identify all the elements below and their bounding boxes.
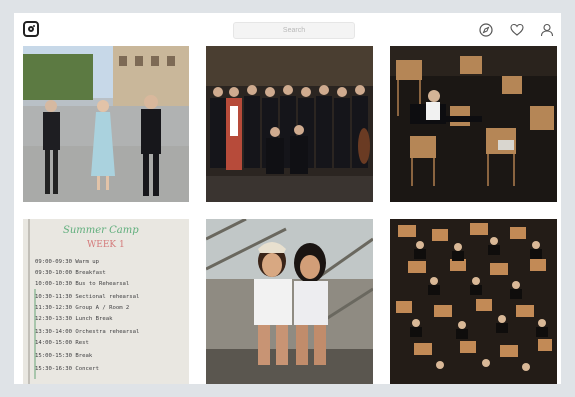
svg-text:12:30-13:30 Lunch Break: 12:30-13:30 Lunch Break: [35, 316, 113, 322]
svg-text:11:30-12:30 Group A / Room 2: 11:30-12:30 Group A / Room 2: [35, 305, 129, 311]
profile-icon[interactable]: [540, 23, 554, 37]
svg-text:09:00-09:30 Warm up: 09:00-09:30 Warm up: [35, 259, 100, 265]
top-navigation-bar: Search: [14, 13, 561, 47]
svg-text:10:30-11:30 Sectional rehearsa: 10:30-11:30 Sectional rehearsal: [35, 294, 139, 300]
svg-text:15:00-15:30 Break: 15:00-15:30 Break: [35, 353, 93, 359]
svg-text:13:30-14:00 Orchestra rehearsa: 13:30-14:00 Orchestra rehearsal: [35, 329, 139, 335]
instagram-logo-icon[interactable]: [23, 21, 39, 37]
photo-tile-rehearsal-hall[interactable]: [390, 46, 557, 202]
svg-text:09:30-10:00 Breakfast: 09:30-10:00 Breakfast: [35, 270, 106, 276]
schedule-heading: Summer Camp: [63, 225, 139, 236]
photo-tile-two-friends[interactable]: [206, 219, 373, 384]
photo-tile-schedule-board[interactable]: Summer Camp WEEK 1 09:00-09:30 Warm up 0…: [23, 219, 189, 384]
instagram-window: Search Summer Camp WEEK 1 09:00-09:30 Wa…: [14, 13, 561, 384]
photo-tile-outdoor-trio[interactable]: [23, 46, 189, 202]
photo-tile-orchestra-overhead[interactable]: [390, 219, 557, 384]
heart-icon[interactable]: [510, 23, 524, 37]
svg-text:15:30-16:30 Concert: 15:30-16:30 Concert: [35, 366, 99, 372]
svg-text:14:00-15:00 Rest: 14:00-15:00 Rest: [35, 340, 89, 346]
explore-compass-icon[interactable]: [479, 23, 493, 37]
svg-text:10:00-10:30 Bus to Rehearsal: 10:00-10:30 Bus to Rehearsal: [35, 281, 129, 287]
search-input[interactable]: Search: [233, 22, 355, 39]
photo-grid: Summer Camp WEEK 1 09:00-09:30 Warm up 0…: [23, 46, 557, 384]
photo-tile-ensemble-group[interactable]: [206, 46, 373, 202]
schedule-subheading: WEEK 1: [87, 240, 125, 250]
